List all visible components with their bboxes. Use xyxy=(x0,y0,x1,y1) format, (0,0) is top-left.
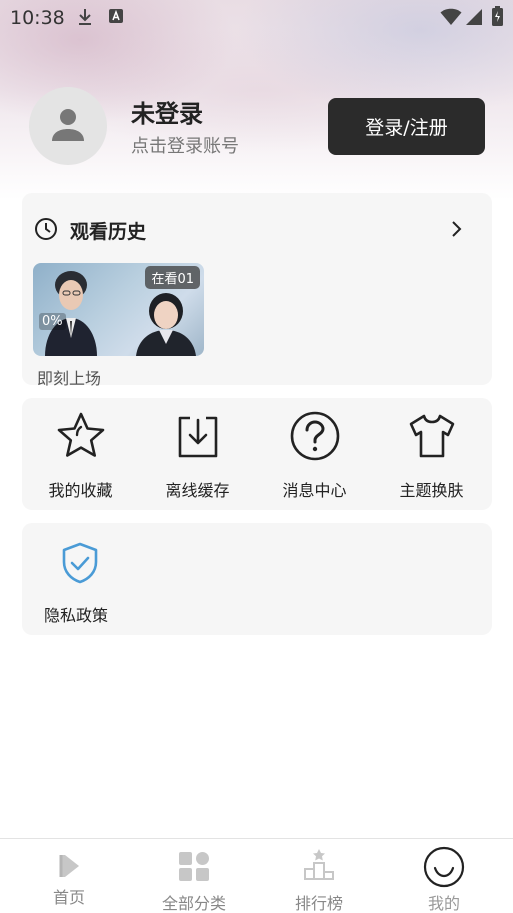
clock-icon xyxy=(34,217,58,245)
download-status-icon xyxy=(76,8,94,30)
user-icon xyxy=(52,109,84,141)
star-icon xyxy=(57,412,104,457)
nav-ranking-label: 排行榜 xyxy=(294,894,343,913)
grid-icon xyxy=(179,852,209,881)
status-time: 10:38 xyxy=(10,7,65,29)
theme-skin-label: 主题换肤 xyxy=(399,481,464,500)
nav-home-label: 首页 xyxy=(52,888,85,907)
nav-mine[interactable]: 我的 xyxy=(380,839,508,913)
help-icon xyxy=(290,411,339,461)
offline-cache-label: 离线缓存 xyxy=(165,481,230,500)
nav-mine-label: 我的 xyxy=(427,894,460,913)
status-bar: 10:38 xyxy=(0,0,513,36)
play-icon xyxy=(59,855,79,877)
favorites-label: 我的收藏 xyxy=(48,481,113,500)
theme-skin-button[interactable]: 主题换肤 xyxy=(373,398,490,510)
offline-cache-button[interactable]: 离线缓存 xyxy=(139,398,256,510)
nav-categories[interactable]: 全部分类 xyxy=(130,839,258,913)
nav-categories-label: 全部分类 xyxy=(161,894,226,913)
history-item-title[interactable]: 即刻上场 xyxy=(37,365,101,389)
bottom-navigation: 首页 全部分类 排行榜 我的 xyxy=(0,838,513,913)
login-register-button[interactable]: 登录/注册 xyxy=(328,98,485,155)
login-status-title[interactable]: 未登录 xyxy=(131,94,203,129)
watch-history-card: 观看历史 在看01 0% 即刻上场 xyxy=(22,193,492,388)
avatar[interactable] xyxy=(29,87,107,165)
shield-check-icon xyxy=(59,541,101,589)
chevron-right-icon[interactable] xyxy=(447,219,467,243)
privacy-policy-button[interactable]: 隐私政策 xyxy=(22,523,139,635)
favorites-button[interactable]: 我的收藏 xyxy=(22,398,139,510)
watch-history-title: 观看历史 xyxy=(70,221,147,243)
login-hint[interactable]: 点击登录账号 xyxy=(131,132,239,158)
history-item-episode-badge: 在看01 xyxy=(145,266,200,289)
nav-ranking[interactable]: 排行榜 xyxy=(255,839,383,913)
privacy-card: 隐私政策 xyxy=(22,523,492,635)
history-item-progress: 0% xyxy=(39,313,66,330)
nav-home[interactable]: 首页 xyxy=(5,839,133,913)
smile-icon xyxy=(423,846,465,888)
quick-actions-card: 我的收藏 离线缓存 消息中心 主题换肤 xyxy=(22,398,492,510)
download-icon xyxy=(178,416,217,458)
ranking-icon xyxy=(304,849,334,880)
signal-icon xyxy=(465,8,483,30)
message-center-label: 消息中心 xyxy=(282,481,347,500)
history-item-thumbnail[interactable]: 在看01 0% xyxy=(33,263,204,356)
app-notification-icon xyxy=(108,8,124,28)
message-center-button[interactable]: 消息中心 xyxy=(256,398,373,510)
wifi-icon xyxy=(440,8,462,30)
privacy-policy-label: 隐私政策 xyxy=(44,606,109,625)
battery-icon xyxy=(492,6,503,30)
shirt-icon xyxy=(409,414,454,458)
